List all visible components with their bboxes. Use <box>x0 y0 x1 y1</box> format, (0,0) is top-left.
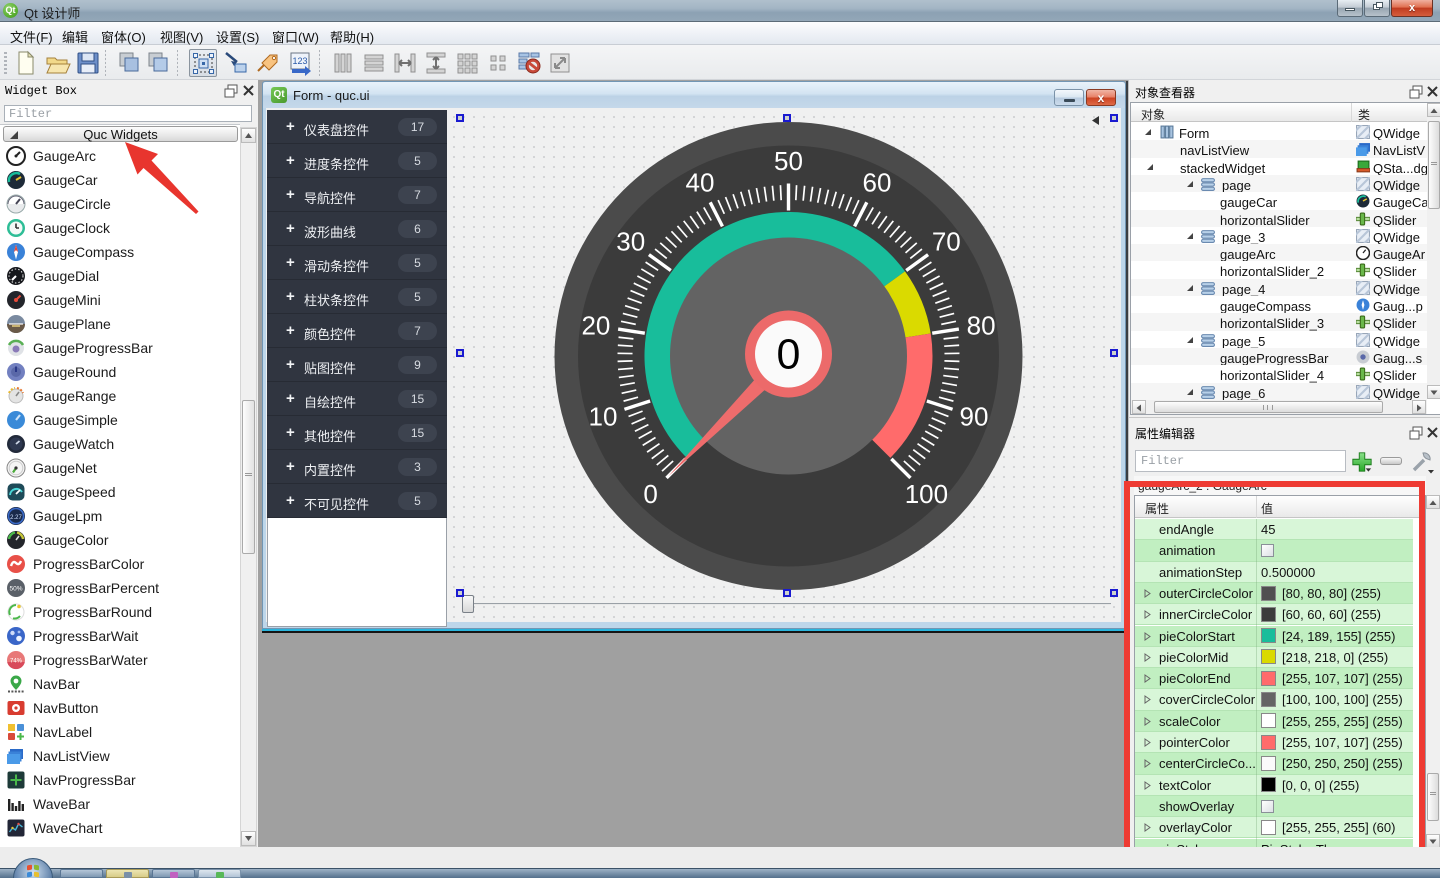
svg-text:100: 100 <box>905 479 948 509</box>
svg-text:20: 20 <box>581 311 610 341</box>
svg-text:2.27: 2.27 <box>10 515 22 521</box>
svg-text:70: 70 <box>932 226 961 256</box>
svg-text:50: 50 <box>774 146 803 176</box>
svg-text:40: 40 <box>686 167 715 197</box>
svg-text:90: 90 <box>960 401 989 431</box>
svg-text:30: 30 <box>616 226 645 256</box>
svg-text:0: 0 <box>643 479 657 509</box>
svg-text:60: 60 <box>863 167 892 197</box>
svg-text:80: 80 <box>967 311 996 341</box>
svg-text:74%: 74% <box>10 659 23 665</box>
svg-text:10: 10 <box>589 401 618 431</box>
svg-text:123: 123 <box>292 56 307 66</box>
svg-text:0: 0 <box>777 331 801 379</box>
svg-text:50%: 50% <box>9 586 22 593</box>
